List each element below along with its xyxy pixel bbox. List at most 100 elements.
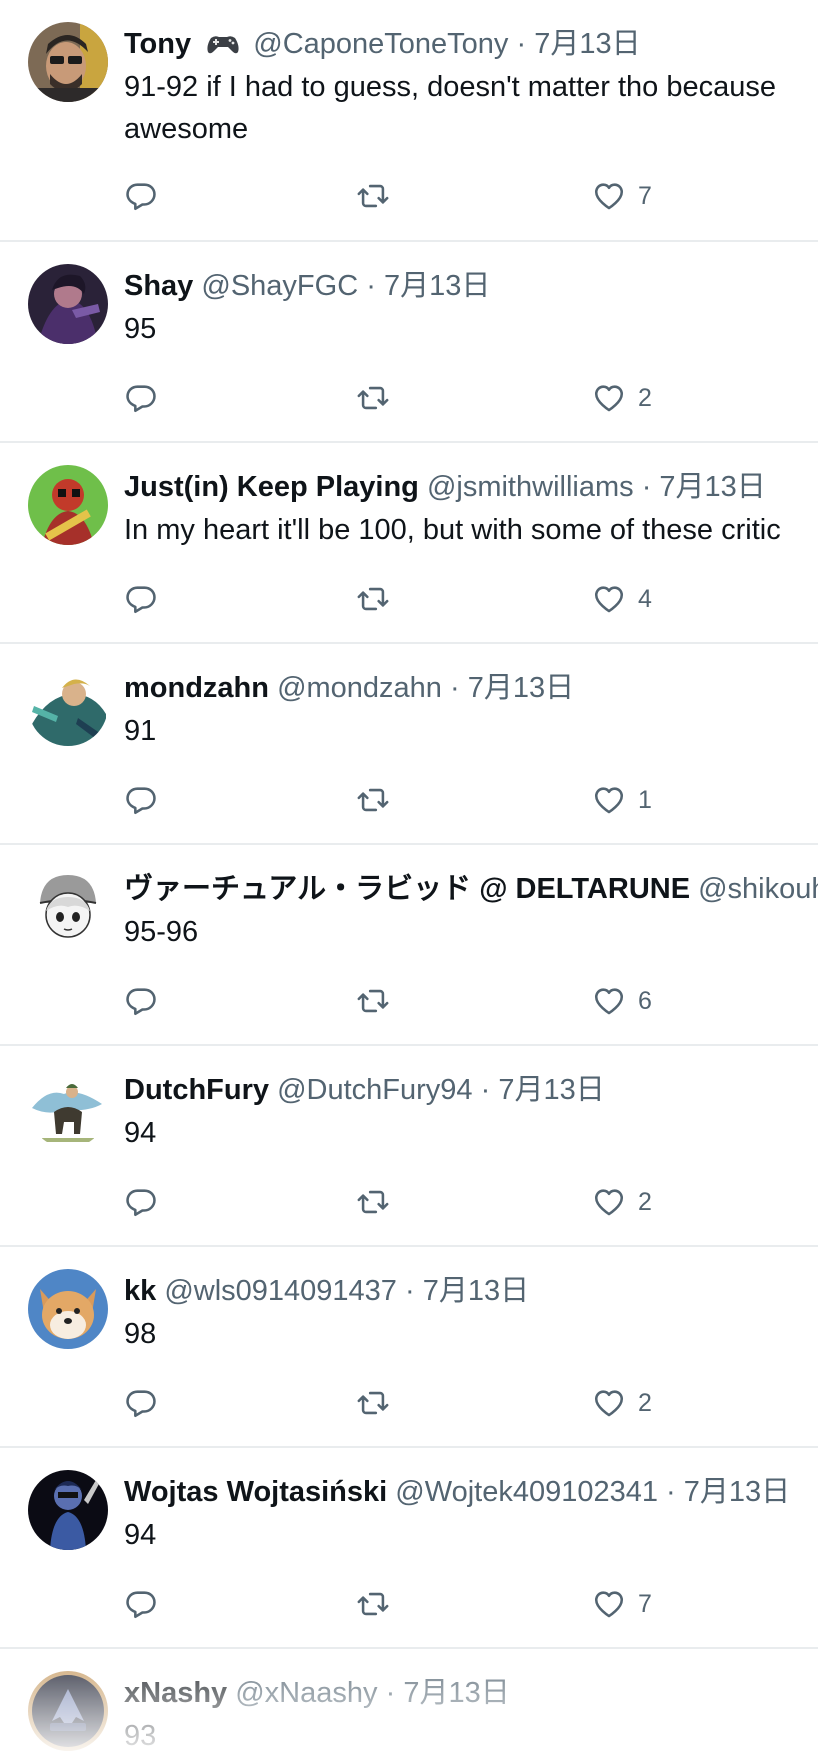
tweet-date[interactable]: 7月13日: [534, 28, 640, 60]
reply-button[interactable]: [124, 981, 158, 1021]
tweet-date[interactable]: 7月13日: [403, 1677, 509, 1709]
retweet-button[interactable]: [356, 981, 390, 1021]
like-button[interactable]: 7: [592, 176, 652, 216]
display-name[interactable]: Tony: [124, 28, 191, 60]
retweet-button[interactable]: [356, 1383, 390, 1423]
display-name[interactable]: kk: [124, 1275, 156, 1307]
avatar-art-mondzahn: [28, 666, 108, 746]
reply-button[interactable]: [124, 1182, 158, 1222]
user-handle[interactable]: @mondzahn: [277, 672, 442, 704]
heart-icon: [594, 787, 624, 814]
avatar[interactable]: [28, 465, 108, 545]
reply-button[interactable]: [124, 1383, 158, 1423]
tweet-item[interactable]: Shay @ShayFGC · 7月13日 95 2: [0, 242, 818, 443]
like-count: 2: [638, 1388, 652, 1417]
tweet-item[interactable]: ヴァーチュアル・ラビッド @ DELTARUNE @shikouh 95-96 …: [0, 845, 818, 1046]
user-handle[interactable]: @Wojtek409102341: [395, 1476, 658, 1508]
heart-icon: [594, 988, 624, 1015]
tweet-actions: 2: [124, 378, 684, 418]
retweet-arrows-icon: [357, 1391, 389, 1415]
tweet-text-line: awesome: [124, 113, 249, 145]
reply-button[interactable]: [124, 1584, 158, 1624]
avatar[interactable]: [28, 1671, 108, 1751]
display-name[interactable]: mondzahn: [124, 672, 269, 704]
tweet-actions: 7: [124, 1584, 684, 1624]
display-name[interactable]: ヴァーチュアル・ラビッド @ DELTARUNE: [124, 873, 690, 905]
user-handle[interactable]: @jsmithwilliams: [427, 471, 634, 503]
like-button[interactable]: 7: [592, 1584, 652, 1624]
like-button[interactable]: 1: [592, 780, 652, 820]
tweet-date[interactable]: 7月13日: [384, 270, 490, 302]
retweet-arrows-icon: [357, 989, 389, 1013]
reply-bubble-icon: [126, 586, 156, 614]
tweet-item[interactable]: mondzahn @mondzahn · 7月13日 91 1: [0, 644, 818, 845]
avatar-photo-tony: [28, 22, 108, 102]
retweet-button[interactable]: [356, 780, 390, 820]
tweet-date[interactable]: 7月13日: [659, 471, 765, 503]
tweet-header: kk @wls0914091437 · 7月13日: [124, 1271, 529, 1311]
tweet-header: DutchFury @DutchFury94 · 7月13日: [124, 1070, 605, 1110]
avatar[interactable]: [28, 1068, 108, 1148]
avatar[interactable]: [28, 1470, 108, 1550]
like-button[interactable]: 2: [592, 378, 652, 418]
like-button[interactable]: 4: [592, 579, 652, 619]
user-handle[interactable]: @ShayFGC: [201, 270, 358, 302]
retweet-button[interactable]: [356, 378, 390, 418]
avatar[interactable]: [28, 1269, 108, 1349]
tweet-item[interactable]: kk @wls0914091437 · 7月13日 98 2: [0, 1247, 818, 1448]
tweet-header: ヴァーチュアル・ラビッド @ DELTARUNE @shikouh: [124, 869, 818, 909]
retweet-button[interactable]: [356, 1584, 390, 1624]
like-count: 2: [638, 383, 652, 412]
user-handle[interactable]: @DutchFury94: [277, 1074, 472, 1106]
display-name[interactable]: Shay: [124, 270, 193, 302]
tweet-text-line: 98: [124, 1318, 157, 1350]
tweet-item[interactable]: Wojtas Wojtasiński @Wojtek409102341 · 7月…: [0, 1448, 818, 1649]
avatar-logo-xnashy: [28, 1671, 108, 1751]
avatar-photo-shiba-dog: [28, 1269, 108, 1349]
avatar[interactable]: [28, 666, 108, 746]
avatar[interactable]: [28, 264, 108, 344]
reply-button[interactable]: [124, 378, 158, 418]
like-count: 2: [638, 1187, 652, 1216]
like-count: 4: [638, 584, 652, 613]
display-name[interactable]: DutchFury: [124, 1074, 269, 1106]
heart-icon: [594, 1591, 624, 1618]
user-handle[interactable]: @CaponeToneTony: [253, 28, 508, 60]
avatar[interactable]: [28, 22, 108, 102]
tweet-item[interactable]: Tony @CaponeToneTony · 7月13日 91-92 if I …: [0, 0, 818, 242]
reply-button[interactable]: [124, 579, 158, 619]
reply-button[interactable]: [124, 780, 158, 820]
like-button[interactable]: 2: [592, 1182, 652, 1222]
user-handle[interactable]: @wls0914091437: [164, 1275, 397, 1307]
tweet-item[interactable]: Just(in) Keep Playing @jsmithwilliams · …: [0, 443, 818, 644]
retweet-button[interactable]: [356, 176, 390, 216]
tweet-text-line: 95-96: [124, 916, 199, 948]
retweet-button[interactable]: [356, 1182, 390, 1222]
tweet-text: 93: [124, 1715, 156, 1757]
user-handle[interactable]: @xNaashy: [235, 1677, 377, 1709]
tweet-text: In my heart it'll be 100, but with some …: [124, 509, 781, 551]
display-name[interactable]: xNashy: [124, 1677, 227, 1709]
tweet-date[interactable]: 7月13日: [684, 1476, 790, 1508]
separator-dot: ·: [641, 471, 652, 503]
like-button[interactable]: 6: [592, 981, 652, 1021]
tweet-date[interactable]: 7月13日: [498, 1074, 604, 1106]
tweet-text-line: 94: [124, 1519, 157, 1551]
reply-bubble-icon: [126, 1390, 156, 1418]
like-button[interactable]: 2: [592, 1383, 652, 1423]
reply-button[interactable]: [124, 176, 158, 216]
tweet-actions: 1: [124, 780, 684, 820]
tweet-date[interactable]: 7月13日: [468, 672, 574, 704]
tweet-item[interactable]: DutchFury @DutchFury94 · 7月13日 94 2: [0, 1046, 818, 1247]
display-name[interactable]: Just(in) Keep Playing: [124, 471, 419, 503]
separator-dot: ·: [405, 1275, 415, 1307]
retweet-button[interactable]: [356, 579, 390, 619]
display-name[interactable]: Wojtas Wojtasiński: [124, 1476, 387, 1508]
tweet-actions: 2: [124, 1383, 684, 1423]
avatar[interactable]: [28, 867, 108, 947]
user-handle[interactable]: @shikouh: [698, 873, 818, 905]
reply-bubble-icon: [126, 1591, 156, 1619]
tweet-item[interactable]: xNashy @xNaashy · 7月13日 93: [0, 1649, 818, 1759]
retweet-arrows-icon: [357, 184, 389, 208]
tweet-date[interactable]: 7月13日: [423, 1275, 529, 1307]
